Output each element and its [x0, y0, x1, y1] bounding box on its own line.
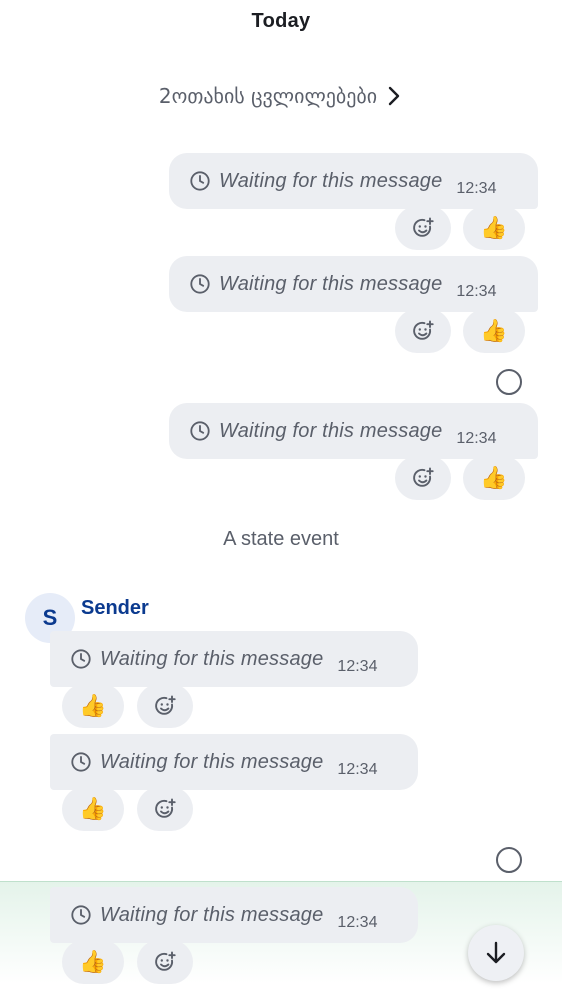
add-reaction-icon [155, 695, 176, 715]
message-bubble-outgoing[interactable]: Waiting for this message 12:34 [169, 256, 538, 312]
add-reaction-button[interactable] [137, 787, 193, 831]
group-summary-row[interactable]: 2ოთახის ცვლილებები [0, 84, 562, 108]
message-timestamp: 12:34 [337, 658, 378, 675]
message-text: Waiting for this message [219, 272, 443, 295]
message-timestamp: 12:34 [337, 914, 378, 931]
scroll-to-bottom-button[interactable] [468, 925, 524, 981]
receipt-circle-icon[interactable] [496, 847, 522, 873]
reaction-emoji: 👍 [480, 215, 508, 240]
group-summary-label: 2ოთახის ცვლილებები [158, 84, 378, 108]
reaction-pill[interactable]: 👍 [62, 940, 124, 984]
state-event: A state event [223, 528, 339, 550]
message-timestamp: 12:34 [337, 761, 378, 778]
reaction-emoji: 👍 [480, 318, 508, 343]
reaction-pill[interactable]: 👍 [463, 206, 525, 250]
add-reaction-icon [155, 798, 176, 818]
add-reaction-button[interactable] [395, 309, 451, 353]
message-text: Waiting for this message [100, 903, 324, 926]
message-bubble-incoming[interactable]: Waiting for this message 12:34 [50, 631, 418, 687]
message-bubble-incoming[interactable]: Waiting for this message 12:34 [50, 887, 418, 943]
message-bubble-outgoing[interactable]: Waiting for this message 12:34 [169, 403, 538, 459]
message-timestamp: 12:34 [456, 180, 497, 197]
message-text: Waiting for this message [219, 419, 443, 442]
message-text: Waiting for this message [100, 647, 324, 670]
message-timestamp: 12:34 [456, 283, 497, 300]
add-reaction-button[interactable] [137, 940, 193, 984]
reaction-emoji: 👍 [79, 949, 107, 974]
reaction-pill[interactable]: 👍 [463, 456, 525, 500]
message-text: Waiting for this message [219, 169, 443, 192]
add-reaction-button[interactable] [395, 456, 451, 500]
clock-icon [190, 171, 210, 191]
message-text: Waiting for this message [100, 750, 324, 773]
add-reaction-icon [413, 320, 434, 340]
sender-name[interactable]: Sender [81, 597, 149, 620]
clock-icon [190, 274, 210, 294]
chevron-right-icon [388, 86, 400, 106]
clock-icon [71, 752, 91, 772]
reaction-emoji: 👍 [480, 465, 508, 490]
message-bubble-incoming[interactable]: Waiting for this message 12:34 [50, 734, 418, 790]
clock-icon [71, 649, 91, 669]
add-reaction-icon [413, 467, 434, 487]
add-reaction-icon [155, 951, 176, 971]
day-separator: Today [251, 10, 311, 32]
reaction-emoji: 👍 [79, 796, 107, 821]
add-reaction-button[interactable] [395, 206, 451, 250]
add-reaction-button[interactable] [137, 684, 193, 728]
arrow-down-icon [486, 941, 506, 964]
clock-icon [71, 905, 91, 925]
reaction-pill[interactable]: 👍 [62, 684, 124, 728]
message-timestamp: 12:34 [456, 430, 497, 447]
reaction-emoji: 👍 [79, 693, 107, 718]
receipt-circle-icon[interactable] [496, 369, 522, 395]
clock-icon [190, 421, 210, 441]
message-bubble-outgoing[interactable]: Waiting for this message 12:34 [169, 153, 538, 209]
add-reaction-icon [413, 217, 434, 237]
reaction-pill[interactable]: 👍 [463, 309, 525, 353]
reaction-pill[interactable]: 👍 [62, 787, 124, 831]
